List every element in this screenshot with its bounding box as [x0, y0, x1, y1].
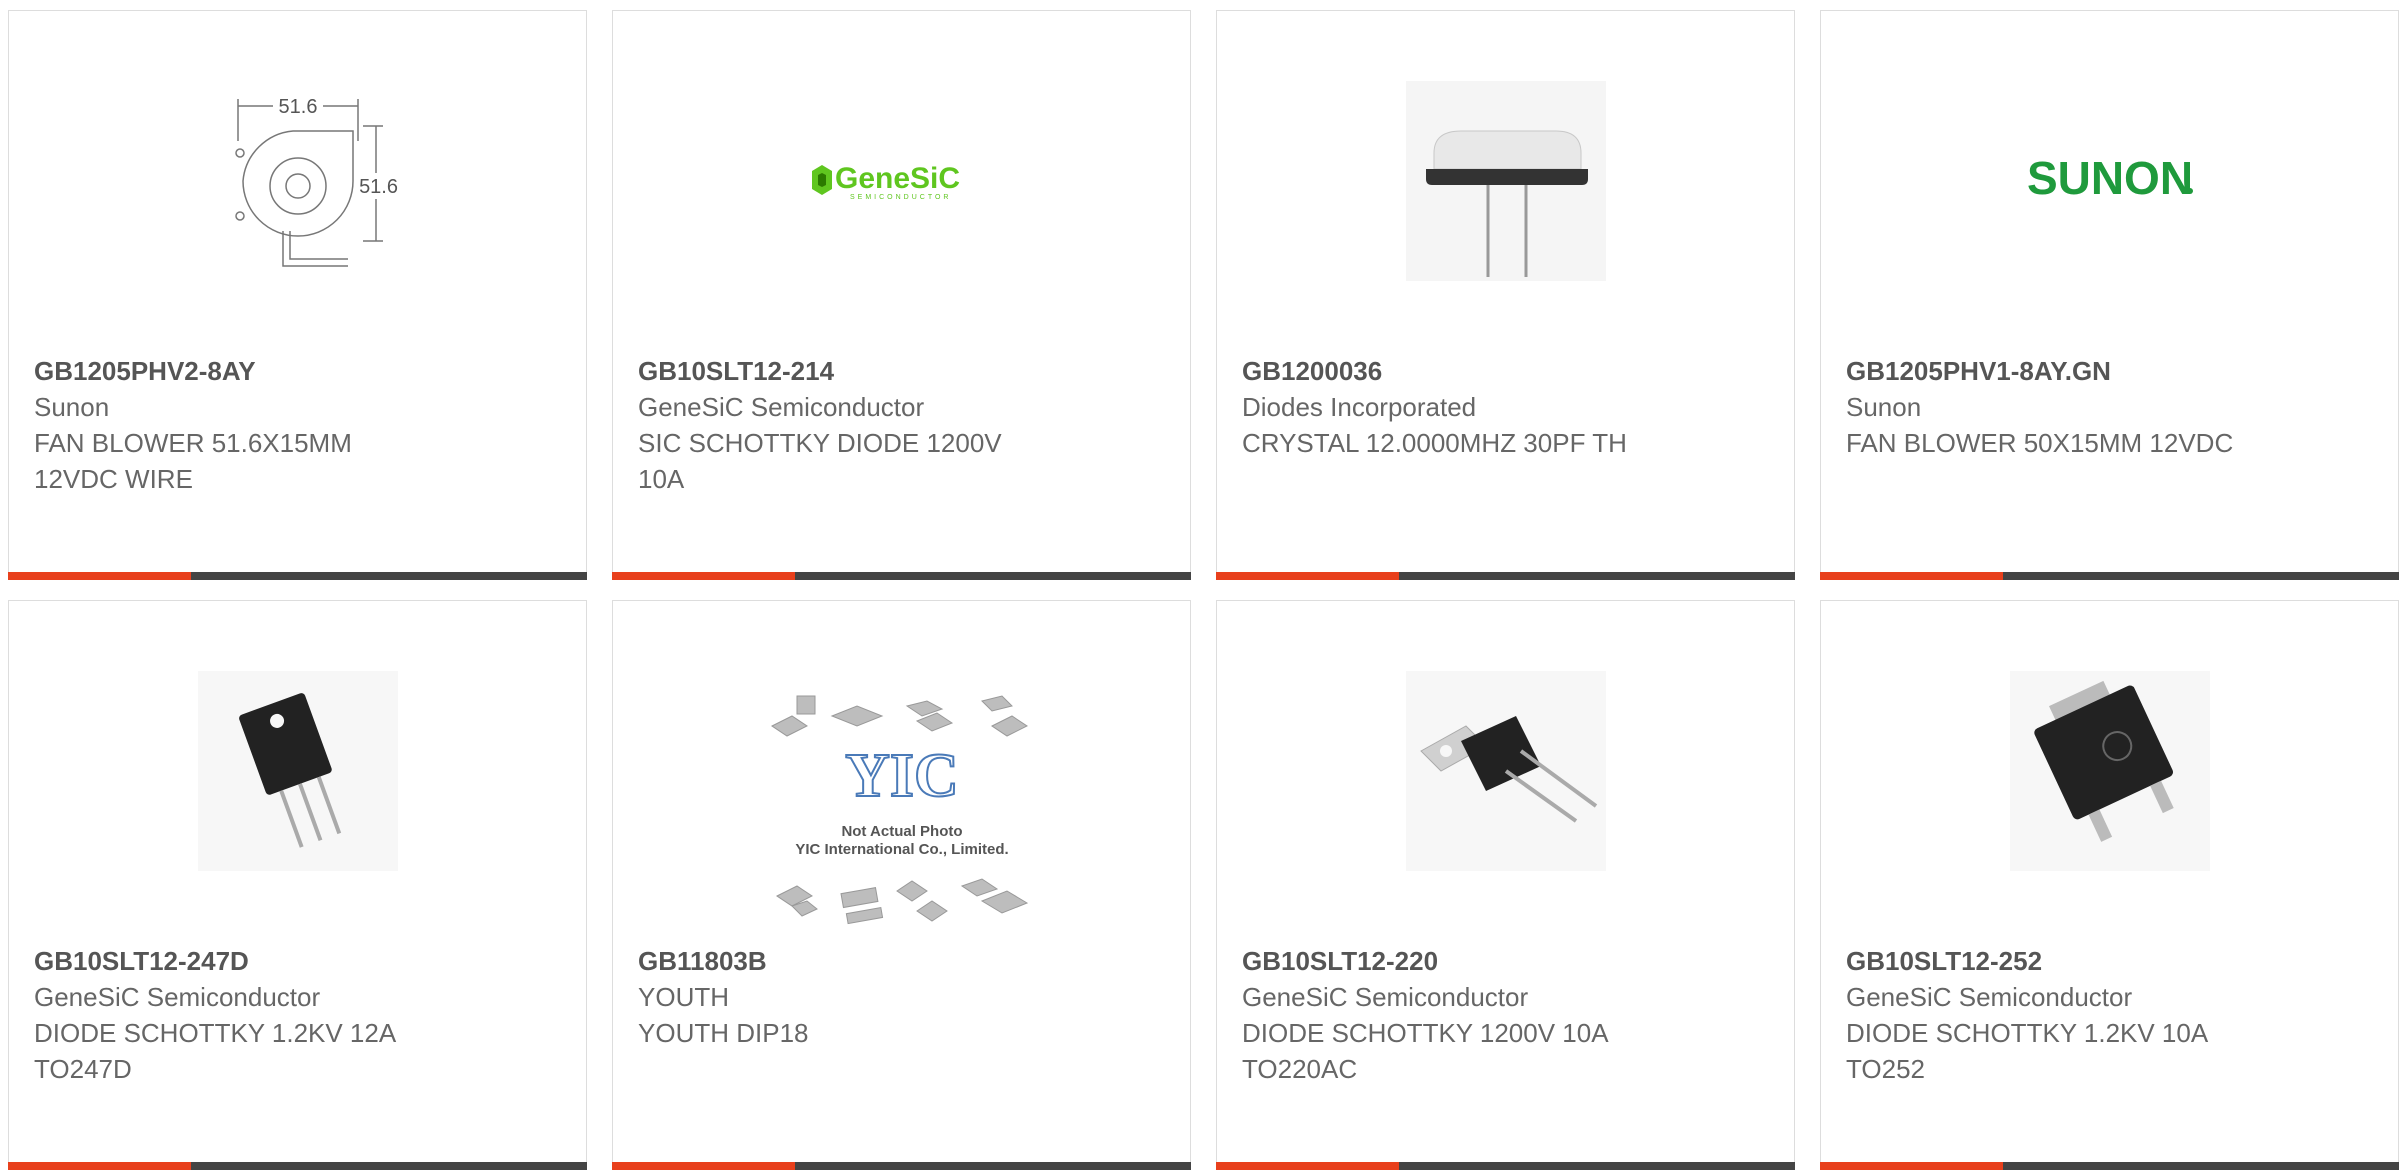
- dimension-top: 51.6: [278, 96, 317, 118]
- card-bottom-bar: [612, 1162, 1191, 1170]
- logo-text: GeneSiC: [835, 162, 960, 195]
- part-number[interactable]: GB10SLT12-214: [638, 353, 1165, 389]
- manufacturer: GeneSiC Semiconductor: [34, 982, 321, 1012]
- part-number[interactable]: GB10SLT12-252: [1846, 943, 2373, 979]
- card-accent: [612, 1162, 795, 1170]
- part-number[interactable]: GB1205PHV1-8AY.GN: [1846, 353, 2373, 389]
- card-bottom-bar: [1216, 572, 1795, 580]
- dimension-side: 51.6: [359, 176, 398, 198]
- placeholder-line2: YIC International Co., Limited.: [795, 841, 1008, 858]
- card-bottom-bar: [1216, 1162, 1795, 1170]
- manufacturer: GeneSiC Semiconductor: [638, 392, 925, 422]
- product-card[interactable]: GB10SLT12-252 GeneSiC Semiconductor DIOD…: [1820, 600, 2399, 1170]
- product-card[interactable]: SUNON GB1205PHV1-8AY.GN Sunon FAN BLOWER…: [1820, 10, 2399, 580]
- part-number[interactable]: GB10SLT12-220: [1242, 943, 1769, 979]
- manufacturer: YOUTH: [638, 982, 729, 1012]
- product-card[interactable]: YIC Not Actual Photo YIC International C…: [612, 600, 1191, 1170]
- product-card[interactable]: GB10SLT12-220 GeneSiC Semiconductor DIOD…: [1216, 600, 1795, 1170]
- manufacturer: Diodes Incorporated: [1242, 392, 1477, 422]
- card-bottom-bar: [1820, 572, 2399, 580]
- card-bottom-bar: [612, 572, 1191, 580]
- logo-text: SUNON: [2026, 152, 2192, 204]
- card-accent: [612, 572, 795, 580]
- manufacturer: Sunon: [1846, 392, 1922, 422]
- product-card[interactable]: GeneSiC SEMICONDUCTOR GB10SLT12-214 Gene…: [612, 10, 1191, 580]
- product-image-placeholder[interactable]: YIC Not Actual Photo YIC International C…: [767, 691, 1037, 931]
- part-number[interactable]: GB10SLT12-247D: [34, 943, 561, 979]
- card-accent: [1216, 1162, 1399, 1170]
- product-image-fan-drawing[interactable]: 51.6 51.6: [198, 81, 398, 281]
- manufacturer: GeneSiC Semiconductor: [1242, 982, 1529, 1012]
- description: YOUTH DIP18: [638, 1018, 809, 1048]
- manufacturer: Sunon: [34, 392, 110, 422]
- placeholder-line1: Not Actual Photo: [841, 823, 962, 840]
- product-card[interactable]: GB1200036 Diodes Incorporated CRYSTAL 12…: [1216, 10, 1795, 580]
- part-number[interactable]: GB1205PHV2-8AY: [34, 353, 561, 389]
- product-image-sunon-logo[interactable]: SUNON: [2010, 81, 2210, 281]
- svg-text:YIC: YIC: [845, 742, 959, 810]
- card-bottom-bar: [8, 1162, 587, 1170]
- card-accent: [8, 572, 191, 580]
- product-image-crystal[interactable]: [1405, 81, 1606, 281]
- description: DIODE SCHOTTKY 1200V 10A TO220AC: [1242, 1018, 1608, 1084]
- description: DIODE SCHOTTKY 1.2KV 10A TO252: [1846, 1018, 2207, 1084]
- description: CRYSTAL 12.0000MHZ 30PF TH: [1242, 428, 1627, 458]
- description: SIC SCHOTTKY DIODE 1200V 10A: [638, 428, 1002, 494]
- part-number[interactable]: GB1200036: [1242, 353, 1769, 389]
- product-grid: 51.6 51.6 GB1205PHV2-8AY Sunon FAN BLOWE…: [8, 10, 2399, 1170]
- product-card[interactable]: GB10SLT12-247D GeneSiC Semiconductor DIO…: [8, 600, 587, 1170]
- card-bottom-bar: [8, 572, 587, 580]
- part-number[interactable]: GB11803B: [638, 943, 1165, 979]
- logo-subtext: SEMICONDUCTOR: [850, 194, 951, 201]
- description: FAN BLOWER 50X15MM 12VDC: [1846, 428, 2234, 458]
- product-card[interactable]: 51.6 51.6 GB1205PHV2-8AY Sunon FAN BLOWE…: [8, 10, 587, 580]
- product-image-genesic-logo[interactable]: GeneSiC SEMICONDUCTOR: [802, 81, 1002, 281]
- product-image-to252[interactable]: [2009, 671, 2210, 871]
- manufacturer: GeneSiC Semiconductor: [1846, 982, 2133, 1012]
- product-image-to247[interactable]: [197, 671, 398, 871]
- card-accent: [1820, 1162, 2003, 1170]
- card-accent: [8, 1162, 191, 1170]
- card-accent: [1216, 572, 1399, 580]
- description: DIODE SCHOTTKY 1.2KV 12A TO247D: [34, 1018, 395, 1084]
- description: FAN BLOWER 51.6X15MM 12VDC WIRE: [34, 428, 352, 494]
- product-image-to220[interactable]: [1405, 671, 1606, 871]
- card-bottom-bar: [1820, 1162, 2399, 1170]
- card-accent: [1820, 572, 2003, 580]
